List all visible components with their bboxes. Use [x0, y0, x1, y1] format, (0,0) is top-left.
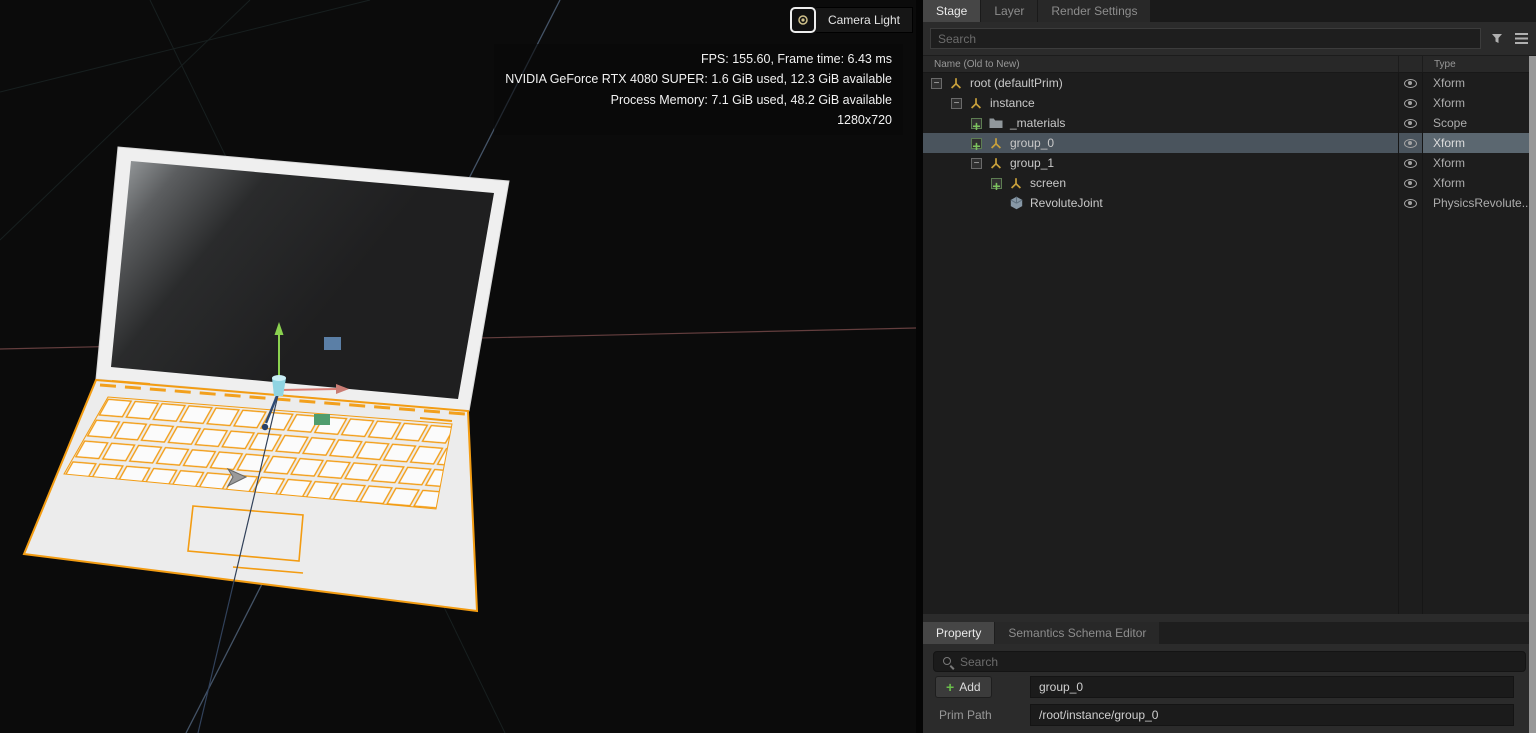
gizmo-plane-handle-blue	[324, 337, 341, 350]
prim-path-label: Prim Path	[939, 708, 992, 722]
property-search	[933, 651, 1526, 672]
panel-divider	[916, 0, 923, 733]
prim-label[interactable]: group_0	[1010, 136, 1054, 150]
column-divider	[1422, 73, 1423, 614]
omniverse-app: Camera Light FPS: 155.60, Frame time: 6.…	[0, 0, 1536, 733]
prim-label[interactable]: instance	[990, 96, 1035, 110]
tree-row-root-defaultprim-[interactable]: − root (defaultPrim) Xform	[923, 73, 1536, 93]
visibility-eye-icon[interactable]	[1398, 179, 1422, 188]
tab-property[interactable]: Property	[923, 622, 994, 644]
property-tabbar: PropertySemantics Schema Editor	[923, 622, 1536, 644]
add-property-button[interactable]: + Add	[935, 676, 992, 698]
gizmo-x-axis	[281, 389, 337, 390]
folder-icon	[988, 117, 1004, 129]
prim-label[interactable]: RevoluteJoint	[1030, 196, 1103, 210]
tree-row-screen[interactable]: + screen Xform	[923, 173, 1536, 193]
column-divider	[1398, 73, 1399, 614]
gizmo-plane-handle-green	[314, 414, 330, 425]
xform-axes-icon	[1008, 176, 1024, 190]
fps-stat: FPS: 155.60, Frame time: 6.43 ms	[505, 49, 892, 69]
vertical-scrollbar[interactable]	[1529, 56, 1536, 733]
collapse-icon[interactable]: −	[951, 98, 962, 109]
plus-icon: +	[946, 680, 954, 694]
visibility-eye-icon[interactable]	[1398, 99, 1422, 108]
menu-icon[interactable]	[1513, 33, 1529, 44]
camera-light-icon[interactable]	[790, 7, 816, 33]
expand-icon[interactable]: +	[971, 138, 982, 149]
stage-panel: StageLayerRender Settings Name (Old to N…	[923, 0, 1536, 622]
column-name-header[interactable]: Name (Old to New)	[923, 59, 1398, 70]
prim-label[interactable]: root (defaultPrim)	[970, 76, 1063, 90]
tab-stage[interactable]: Stage	[923, 0, 980, 22]
stats-overlay: FPS: 155.60, Frame time: 6.43 ms NVIDIA …	[494, 44, 903, 135]
visibility-eye-icon[interactable]	[1398, 79, 1422, 88]
property-search-input[interactable]	[933, 651, 1526, 672]
prim-path-row: Prim Path /root/instance/group_0	[933, 704, 1526, 728]
add-button-label: Add	[959, 680, 980, 694]
tab-semantics-schema-editor[interactable]: Semantics Schema Editor	[995, 622, 1159, 644]
prim-name-row: + Add group_0	[933, 676, 1526, 700]
tree-row-revolutejoint[interactable]: RevoluteJoint PhysicsRevolute...	[923, 193, 1536, 213]
prim-path-field[interactable]: /root/instance/group_0	[1030, 704, 1514, 726]
memory-stat: Process Memory: 7.1 GiB used, 48.2 GiB a…	[505, 90, 892, 110]
expand-icon[interactable]: +	[991, 178, 1002, 189]
prim-type: Xform	[1422, 153, 1536, 173]
xform-axes-icon	[988, 136, 1004, 150]
collapse-icon[interactable]: −	[931, 78, 942, 89]
visibility-eye-icon[interactable]	[1398, 139, 1422, 148]
stage-tree[interactable]: −root (defaultPrim)Xform−instanceXform+_…	[923, 73, 1536, 614]
tree-row-instance[interactable]: − instance Xform	[923, 93, 1536, 113]
expand-icon[interactable]: +	[971, 118, 982, 129]
property-panel: PropertySemantics Schema Editor + Add gr…	[923, 622, 1536, 733]
stage-search-input[interactable]	[930, 28, 1481, 49]
prim-type: Xform	[1422, 73, 1536, 93]
stage-search-row	[923, 22, 1536, 55]
camera-light-control[interactable]: Camera Light	[790, 7, 913, 33]
prim-type: Xform	[1422, 173, 1536, 193]
tree-row-group-1[interactable]: − group_1 Xform	[923, 153, 1536, 173]
right-dock: StageLayerRender Settings Name (Old to N…	[923, 0, 1536, 733]
xform-axes-icon	[988, 156, 1004, 170]
prim-type: PhysicsRevolute...	[1422, 193, 1536, 213]
prim-label[interactable]: group_1	[1010, 156, 1054, 170]
prim-label[interactable]: _materials	[1010, 116, 1065, 130]
tab-render-settings[interactable]: Render Settings	[1038, 0, 1150, 22]
stage-tabbar: StageLayerRender Settings	[923, 0, 1536, 22]
column-type-header[interactable]: Type	[1422, 56, 1536, 72]
tree-header: Name (Old to New) Type	[923, 55, 1536, 73]
camera-light-label[interactable]: Camera Light	[816, 7, 913, 33]
prim-type: Xform	[1422, 133, 1536, 153]
prim-label[interactable]: screen	[1030, 176, 1066, 190]
viewport-3d[interactable]: Camera Light FPS: 155.60, Frame time: 6.…	[0, 0, 916, 733]
filter-icon[interactable]	[1489, 33, 1505, 44]
gpu-stat: NVIDIA GeForce RTX 4080 SUPER: 1.6 GiB u…	[505, 69, 892, 89]
property-body: + Add group_0 Prim Path /root/instance/g…	[923, 644, 1536, 733]
laptop-screen-display[interactable]	[111, 161, 494, 399]
column-eye-header	[1398, 56, 1422, 72]
collapse-icon[interactable]: −	[971, 158, 982, 169]
visibility-eye-icon[interactable]	[1398, 159, 1422, 168]
gizmo-z-handle	[262, 424, 268, 430]
xform-axes-icon	[968, 96, 984, 110]
tree-row-group-0[interactable]: + group_0 Xform	[923, 133, 1536, 153]
cube-icon	[1008, 196, 1024, 210]
search-icon	[943, 657, 951, 665]
prim-type: Xform	[1422, 93, 1536, 113]
tree-row--materials[interactable]: + _materials Scope	[923, 113, 1536, 133]
prim-type: Scope	[1422, 113, 1536, 133]
xform-axes-icon	[948, 76, 964, 90]
visibility-eye-icon[interactable]	[1398, 199, 1422, 208]
resolution-stat: 1280x720	[505, 110, 892, 130]
tab-layer[interactable]: Layer	[981, 0, 1037, 22]
prim-name-field[interactable]: group_0	[1030, 676, 1514, 698]
visibility-eye-icon[interactable]	[1398, 119, 1422, 128]
laptop-model[interactable]	[24, 147, 509, 611]
